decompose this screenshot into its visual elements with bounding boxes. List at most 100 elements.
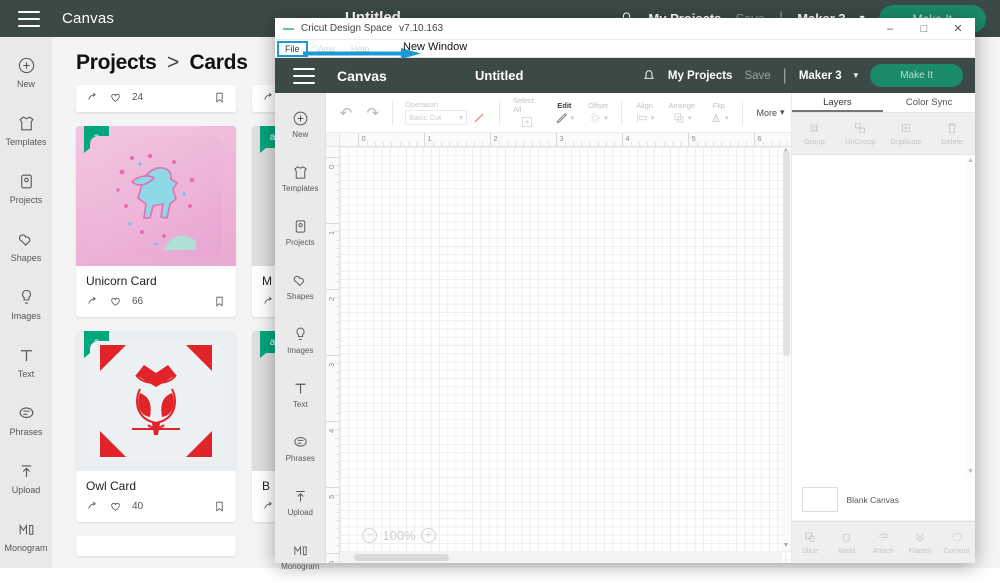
window-sidebar-item-new[interactable]: New [275,97,325,151]
window-sidebar-item-text[interactable]: Text [275,367,325,421]
weld-button[interactable]: Weld [828,522,865,563]
sidebar-item-monogram[interactable]: Monogram [0,507,52,565]
chevron-down-icon[interactable]: ▾ [854,70,859,81]
ruler-major-tick [326,421,339,422]
card-meta: 40 [86,500,226,513]
offset-control[interactable]: Offset ▾ [581,101,615,125]
layer-color-swatch[interactable] [802,487,838,512]
scroll-thumb-vertical[interactable] [783,151,790,356]
sidebar-item-images[interactable]: Images [0,275,52,333]
plus-circle-icon [17,56,36,75]
scroll-down-icon[interactable]: ▼ [966,468,975,477]
window-sidebar-item-phrases[interactable]: Phrases [275,421,325,475]
heart-icon[interactable] [109,295,122,308]
maximize-button[interactable]: □ [907,18,941,40]
window-sidebar-item-templates[interactable]: Templates [275,151,325,205]
duplicate-button[interactable]: Duplicate [883,113,929,154]
flip-control[interactable]: Flip ▾ [702,101,736,125]
hamburger-icon[interactable] [18,11,40,27]
share-icon[interactable] [86,295,99,308]
attach-button[interactable]: Attach [865,522,902,563]
ruler-minor-tick [779,142,780,146]
select-all-control[interactable]: Select All [506,96,548,129]
ruler-minor-tick [335,545,339,546]
heart-icon[interactable] [109,91,122,104]
ruler-minor-tick [335,429,339,430]
window-sidebar-item-monogram[interactable]: Monogram [275,529,325,583]
bookmark-icon[interactable] [213,91,226,104]
app-logo-icon [283,28,294,30]
sidebar-item-templates[interactable]: Templates [0,101,52,159]
layer-actions: Group UnGroup Duplicate Delete [792,113,976,155]
pencil-color-icon[interactable] [471,111,487,125]
minimize-button[interactable]: – [873,18,907,40]
delete-button[interactable]: Delete [929,113,975,154]
close-button[interactable]: ✕ [941,18,975,40]
scroll-up-icon[interactable]: ▲ [966,157,975,166]
canvas-vertical-scrollbar[interactable]: ▲ ▼ [782,147,791,551]
bookmark-icon[interactable] [213,500,226,513]
layers-scrollbar[interactable]: ▲ ▼ [966,155,975,479]
zoom-out-button[interactable]: − [362,528,377,543]
window-sidebar-item-images[interactable]: Images [275,313,325,367]
design-space-window[interactable]: Cricut Design Space v7.10.163 – □ ✕ File… [275,18,975,563]
share-icon[interactable] [262,91,275,104]
ruler-minor-tick [335,256,339,257]
undo-button[interactable]: ↶ [332,104,359,122]
table-row[interactable]: a [76,331,236,522]
redo-button[interactable]: ↷ [359,104,386,122]
slice-button[interactable]: Slice [792,522,829,563]
table-row[interactable]: a [76,126,236,317]
table-row[interactable] [76,536,236,556]
share-icon[interactable] [86,500,99,513]
shirt-icon [17,114,36,133]
window-title-bar[interactable]: Cricut Design Space v7.10.163 – □ ✕ [275,18,975,40]
ungroup-button[interactable]: UnGroup [837,113,883,154]
layer-row-blank-canvas[interactable]: Blank Canvas [792,479,976,521]
sidebar-item-shapes[interactable]: Shapes [0,217,52,275]
window-sidebar-item-shapes[interactable]: Shapes [275,259,325,313]
ruler-minor-tick [335,520,339,521]
breadcrumb-root[interactable]: Projects [76,51,156,74]
edit-control[interactable]: Edit ▾ [548,101,582,125]
share-icon[interactable] [262,295,275,308]
shapes-icon [292,272,309,289]
flatten-button[interactable]: Flatten [902,522,939,563]
menu-item-file[interactable]: File [279,43,306,55]
bookmark-icon[interactable] [213,295,226,308]
bell-icon[interactable] [642,69,656,83]
breadcrumb-current: Cards [190,51,248,74]
sidebar-item-projects[interactable]: Projects [0,159,52,217]
zoom-in-button[interactable]: + [421,528,436,543]
arrange-control[interactable]: Arrange ▾ [661,101,702,125]
sidebar-item-phrases[interactable]: Phrases [0,391,52,449]
scroll-down-icon[interactable]: ▼ [782,542,791,551]
list-item[interactable]: 24 [76,85,236,112]
window-document-title[interactable]: Untitled [475,68,523,83]
tab-layers[interactable]: Layers [792,93,884,112]
group-button[interactable]: Group [792,113,838,154]
hamburger-icon[interactable] [293,68,315,84]
sidebar-item-upload[interactable]: Upload [0,449,52,507]
tab-color-sync[interactable]: Color Sync [883,93,975,112]
heart-icon[interactable] [109,500,122,513]
window-my-projects-link[interactable]: My Projects [668,70,733,82]
window-make-it-button[interactable]: Make It [870,64,963,87]
ruler-minor-tick [335,512,339,513]
contour-button[interactable]: Contour [938,522,975,563]
window-save-button[interactable]: Save [744,70,770,82]
sidebar-item-text[interactable]: Text [0,333,52,391]
canvas-horizontal-scrollbar[interactable] [340,552,781,563]
design-canvas[interactable]: − 100% + ▲ ▼ [340,147,790,563]
toolbar-divider [499,101,500,125]
scroll-thumb-horizontal[interactable] [354,554,449,561]
more-menu-button[interactable]: More ▾ [756,107,784,118]
share-icon[interactable] [86,91,99,104]
window-machine-selector[interactable]: Maker 3 [799,70,842,82]
align-control[interactable]: Align ▾ [628,101,662,125]
window-sidebar-item-projects[interactable]: Projects [275,205,325,259]
sidebar-item-new[interactable]: New [0,43,52,101]
operation-select[interactable]: Basic Cut ▾ [405,110,467,125]
window-sidebar-item-upload[interactable]: Upload [275,475,325,529]
share-icon[interactable] [262,500,275,513]
